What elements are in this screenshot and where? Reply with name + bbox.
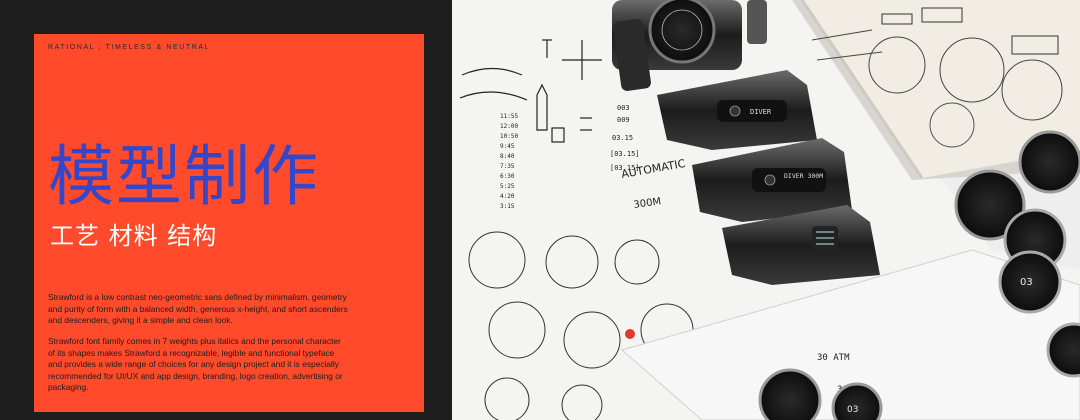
svg-text:6:30: 6:30 bbox=[500, 173, 515, 180]
svg-text:9:45: 9:45 bbox=[500, 143, 515, 150]
svg-text:[03.15]: [03.15] bbox=[610, 150, 640, 158]
svg-text:009: 009 bbox=[617, 116, 630, 124]
svg-text:4:20: 4:20 bbox=[500, 193, 515, 200]
sub-title: 工艺 材料 结构 bbox=[50, 222, 218, 250]
description-paragraph-1: Strawford is a low contrast neo-geometri… bbox=[48, 292, 348, 325]
poster-panel: RATIONAL , TIMELESS & NEUTRAL 模型制作 工艺 材料… bbox=[34, 34, 424, 412]
svg-text:8:40: 8:40 bbox=[500, 153, 515, 160]
svg-text:10:50: 10:50 bbox=[500, 133, 518, 140]
description-paragraph-2: Strawford font family comes in 7 weights… bbox=[48, 336, 343, 392]
tagline: RATIONAL , TIMELESS & NEUTRAL bbox=[48, 44, 211, 51]
svg-text:03.15: 03.15 bbox=[612, 134, 633, 142]
watch-design-photo: DIVER DIVER 300M AUTOMATIC 300M 11:55 12… bbox=[452, 0, 1080, 420]
svg-text:[03.15]: [03.15] bbox=[610, 164, 640, 172]
main-title: 模型制作 bbox=[48, 138, 320, 215]
svg-text:7:35: 7:35 bbox=[500, 163, 515, 170]
svg-text:12:00: 12:00 bbox=[500, 123, 518, 130]
svg-text:03: 03 bbox=[847, 405, 858, 415]
svg-text:03: 03 bbox=[1020, 277, 1033, 288]
svg-text:003: 003 bbox=[617, 104, 630, 112]
red-dot bbox=[625, 329, 635, 339]
svg-text:3:15: 3:15 bbox=[500, 203, 515, 210]
svg-text:11:55: 11:55 bbox=[500, 113, 518, 120]
svg-text:5:25: 5:25 bbox=[500, 183, 515, 190]
svg-text:30 ATM: 30 ATM bbox=[817, 353, 850, 363]
svg-text:DIVER 300M: DIVER 300M bbox=[784, 172, 823, 180]
svg-text:DIVER: DIVER bbox=[750, 108, 772, 116]
